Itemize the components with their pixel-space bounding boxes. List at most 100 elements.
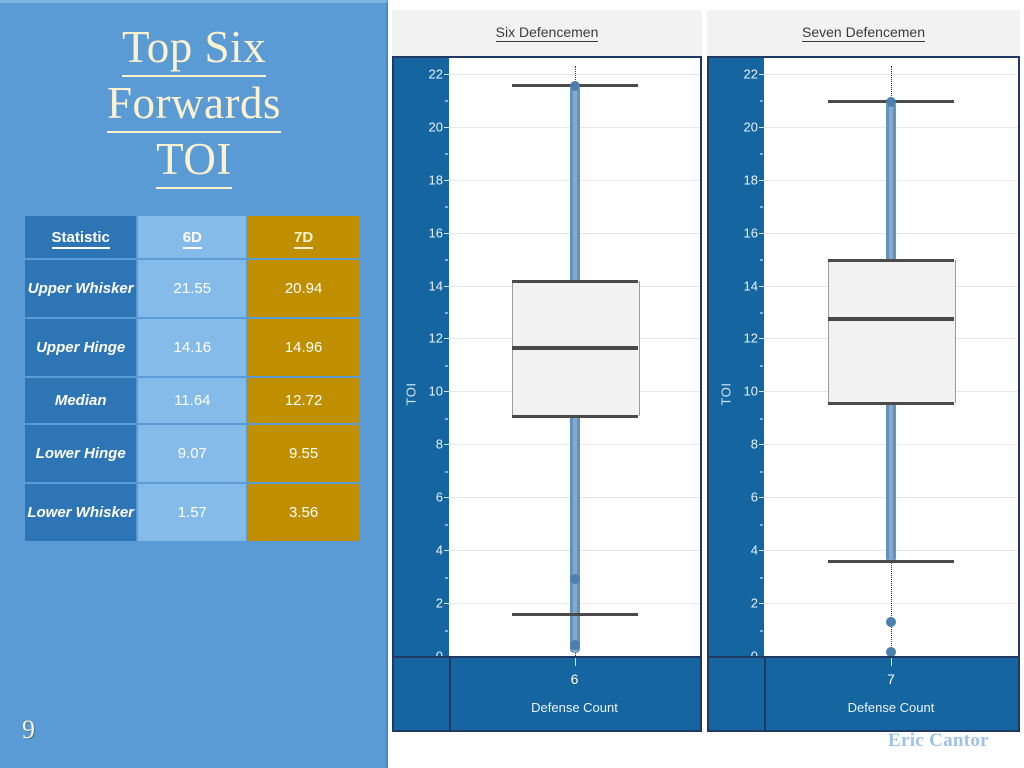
x-axis-divider-0 [449, 658, 451, 730]
y-minor-tick [760, 312, 763, 315]
y-tick-label: 14 [428, 278, 443, 294]
y-tick-label: 8 [750, 436, 758, 452]
box-iqr [828, 260, 956, 404]
y-minor-tick [445, 364, 448, 367]
chart-title-bar-0: Six Defencemen [392, 10, 702, 56]
y-minor-tick [445, 576, 448, 579]
y-tick-label: 16 [743, 225, 758, 241]
statistics-table: Statistic 6D 7D Upper Whisker 21.55 20.9… [23, 214, 361, 543]
y-minor-tick [760, 153, 763, 156]
page-title-line-3: TOI [156, 133, 232, 189]
chart-title-0: Six Defencemen [495, 24, 599, 42]
row-label-upper-whisker: Upper Whisker [25, 260, 137, 317]
x-tick-mark [574, 658, 576, 666]
y-minor-tick [445, 206, 448, 209]
x-axis-band-0: 6 Defense Count [394, 656, 700, 730]
y-minor-tick [445, 259, 448, 262]
chart-panel-six-defencemen: Six Defencemen TOI 0246810121416182022 6… [392, 10, 702, 732]
outlier-point [569, 640, 580, 651]
author-signature: Eric Cantor [888, 730, 989, 751]
cell-6d-lower-whisker: 1.57 [138, 484, 247, 541]
upper-whisker-point [569, 80, 580, 91]
chart-body-0: TOI 0246810121416182022 6 Defense Count [392, 56, 702, 732]
lower-hinge-line [511, 414, 638, 418]
plot-area-1 [764, 58, 1018, 656]
left-content-panel: Top Six Forwards TOI Statistic 6D 7D Upp… [0, 0, 388, 768]
y-tick-label: 16 [428, 225, 443, 241]
lower-whisker-cap [828, 560, 954, 564]
y-tick-label: 10 [743, 383, 758, 399]
y-tick-label: 2 [435, 595, 443, 611]
y-tick-label: 2 [750, 595, 758, 611]
y-tick-label: 18 [428, 172, 443, 188]
slide-root: Top Six Forwards TOI Statistic 6D 7D Upp… [0, 0, 1024, 768]
upper-whisker-point [886, 96, 896, 107]
outlier-point [886, 616, 896, 627]
y-tick-label: 6 [750, 489, 758, 505]
lower-hinge-line [828, 401, 954, 405]
x-axis-tick-0: 6 [570, 671, 579, 687]
y-minor-tick [445, 417, 448, 420]
y-minor-tick [760, 523, 763, 526]
y-minor-tick [760, 470, 763, 473]
slide-number: 9 [22, 715, 35, 744]
y-axis-band-1: TOI 0246810121416182022 [709, 58, 764, 730]
y-minor-tick [445, 312, 448, 315]
median-line [511, 346, 638, 350]
y-tick-label: 12 [743, 330, 758, 346]
row-label-upper-hinge: Upper Hinge [25, 319, 137, 376]
y-axis-tick-labels-0: 0246810121416182022 [394, 58, 449, 730]
x-axis-title-1: Defense Count [847, 700, 935, 715]
table-row: Lower Whisker 1.57 3.56 [25, 484, 359, 541]
y-tick-label: 10 [428, 383, 443, 399]
chart-panel-seven-defencemen: Seven Defencemen TOI 0246810121416182022… [707, 10, 1020, 732]
y-tick-label: 4 [435, 542, 443, 558]
x-axis-divider-1 [764, 658, 766, 730]
y-minor-tick [445, 629, 448, 632]
y-minor-tick [760, 576, 763, 579]
table-row: Upper Hinge 14.16 14.96 [25, 319, 359, 376]
y-tick-label: 4 [750, 542, 758, 558]
table-row: Lower Hinge 9.07 9.55 [25, 425, 359, 482]
x-tick-mark [891, 658, 892, 666]
plot-area-0 [449, 58, 700, 656]
y-minor-tick [445, 100, 448, 103]
page-title-line-2: Forwards [107, 77, 281, 133]
y-minor-tick [445, 470, 448, 473]
table-header-row: Statistic 6D 7D [25, 216, 359, 258]
y-tick-label: 12 [428, 330, 443, 346]
y-minor-tick [760, 629, 763, 632]
y-tick-label: 8 [435, 436, 443, 452]
upper-hinge-line [511, 279, 638, 283]
y-tick-label: 20 [743, 119, 758, 135]
y-tick-label: 22 [743, 66, 758, 82]
table-row: Median 11.64 12.72 [25, 378, 359, 423]
outlier-point [569, 574, 580, 585]
y-axis-tick-labels-1: 0246810121416182022 [709, 58, 764, 730]
cell-7d-upper-hinge: 14.96 [248, 319, 359, 376]
y-tick-label: 6 [435, 489, 443, 505]
cell-7d-upper-whisker: 20.94 [248, 260, 359, 317]
y-minor-tick [760, 206, 763, 209]
row-label-lower-hinge: Lower Hinge [25, 425, 137, 482]
page-title-line-1: Top Six [121, 21, 267, 77]
x-axis-band-1: 7 Defense Count [709, 656, 1018, 730]
cell-6d-upper-hinge: 14.16 [138, 319, 247, 376]
y-tick-label: 18 [743, 172, 758, 188]
chart-body-1: TOI 0246810121416182022 7 Defense Count [707, 56, 1020, 732]
lower-whisker-cap [511, 612, 638, 616]
cell-6d-median: 11.64 [138, 378, 247, 423]
column-header-7d: 7D [248, 216, 359, 258]
upper-hinge-line [828, 258, 954, 262]
chart-title-1: Seven Defencemen [802, 24, 925, 42]
cell-6d-upper-whisker: 21.55 [138, 260, 247, 317]
y-tick-label: 14 [743, 278, 758, 294]
page-title: Top Six Forwards TOI [20, 21, 368, 189]
y-tick-label: 20 [428, 119, 443, 135]
y-minor-tick [760, 364, 763, 367]
y-axis-band-0: TOI 0246810121416182022 [394, 58, 449, 730]
chart-title-bar-1: Seven Defencemen [707, 10, 1020, 56]
x-axis-tick-1: 7 [887, 671, 895, 687]
y-minor-tick [445, 523, 448, 526]
y-minor-tick [760, 417, 763, 420]
